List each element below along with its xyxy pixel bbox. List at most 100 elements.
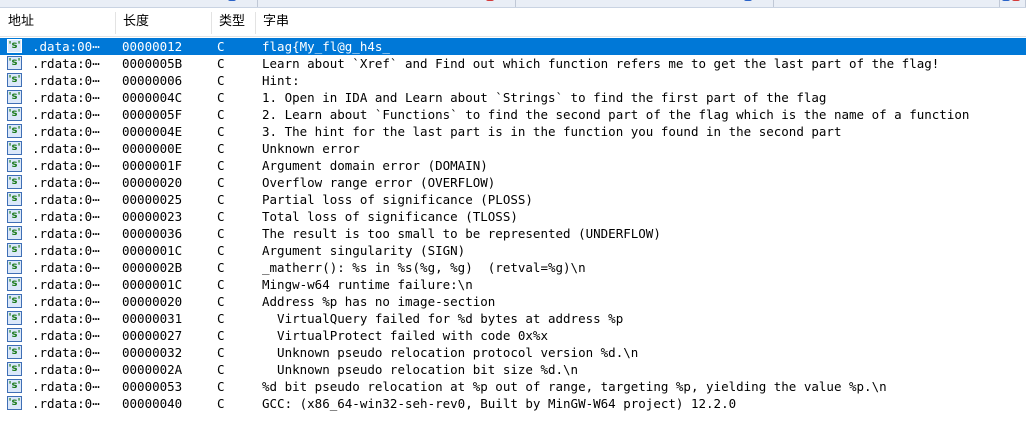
column-header-string[interactable]: 字串 [255, 8, 1026, 36]
table-row[interactable]: 's' .rdata:0⋯ 0000004C C 1. Open in IDA and … [0, 89, 1026, 106]
string-cell: 2. Learn about `Functions` to find the s… [262, 107, 970, 122]
string-cell: VirtualQuery failed for %d bytes at addr… [262, 311, 624, 326]
string-cell: GCC: (x86_64-win32-seh-rev0, Built by Mi… [262, 396, 737, 411]
column-header-length[interactable]: 长度 [115, 8, 211, 36]
string-cell: flag{My_fl@g_h4s_ [262, 39, 390, 54]
address-cell: .rdata:0⋯ [32, 209, 100, 224]
string-icon: 's' [7, 243, 22, 257]
string-icon: 's' [7, 56, 22, 70]
table-row[interactable]: 's' .rdata:0⋯ 0000005F C 2. Learn about `Fun… [0, 106, 1026, 123]
view-tab[interactable] [258, 0, 516, 7]
type-cell: C [217, 73, 225, 88]
string-icon: 's' [7, 209, 22, 223]
type-cell: C [217, 209, 225, 224]
table-row[interactable]: 's' .rdata:0⋯ 0000001C C Argument singularit… [0, 242, 1026, 259]
table-row[interactable]: 's' .rdata:0⋯ 00000031 C VirtualQuery faile… [0, 310, 1026, 327]
address-cell: .rdata:0⋯ [32, 328, 100, 343]
length-cell: 00000012 [122, 39, 183, 54]
table-row[interactable]: 's' .rdata:0⋯ 00000040 C GCC: (x86_64-win32-… [0, 395, 1026, 412]
table-row[interactable]: 's' .rdata:0⋯ 0000000E C Unknown error [0, 140, 1026, 157]
type-cell: C [217, 56, 225, 71]
table-row[interactable]: 's' .rdata:0⋯ 00000053 C %d bit pseudo reloc… [0, 378, 1026, 395]
type-cell: C [217, 107, 225, 122]
type-cell: C [217, 294, 225, 309]
table-row[interactable]: 's' .rdata:0⋯ 0000002A C Unknown pseudo rel… [0, 361, 1026, 378]
table-row[interactable]: 's' .rdata:0⋯ 00000020 C Overflow range erro… [0, 174, 1026, 191]
string-icon: 's' [7, 175, 22, 189]
table-row[interactable]: 's' .rdata:0⋯ 00000025 C Partial loss of sig… [0, 191, 1026, 208]
length-cell: 00000053 [122, 379, 183, 394]
string-icon: 's' [7, 379, 22, 393]
string-cell: Unknown pseudo relocation bit size %d.\n [262, 362, 579, 377]
length-cell: 0000005B [122, 56, 183, 71]
table-row[interactable]: 's' .data:00⋯ 00000012 Cflag{My_fl@g_h4s_ [0, 38, 1026, 55]
string-cell: Unknown pseudo relocation protocol versi… [262, 345, 639, 360]
string-cell: 1. Open in IDA and Learn about `Strings`… [262, 90, 827, 105]
address-cell: .rdata:0⋯ [32, 124, 100, 139]
string-icon: 's' [7, 158, 22, 172]
table-row[interactable]: 's' .rdata:0⋯ 00000036 C The result is too s… [0, 225, 1026, 242]
table-row[interactable]: 's' .rdata:0⋯ 00000027 C VirtualProtect fai… [0, 327, 1026, 344]
view-tab[interactable] [1000, 0, 1026, 7]
length-cell: 00000025 [122, 192, 183, 207]
string-icon: 's' [7, 90, 22, 104]
string-icon: 's' [7, 192, 22, 206]
string-cell: Partial loss of significance (PLOSS) [262, 192, 533, 207]
address-cell: .rdata:0⋯ [32, 226, 100, 241]
address-cell: .rdata:0⋯ [32, 90, 100, 105]
string-icon: 's' [7, 345, 22, 359]
string-icon: 's' [7, 328, 22, 342]
column-header-address[interactable]: 地址 [0, 8, 115, 36]
address-cell: .rdata:0⋯ [32, 243, 100, 258]
strings-table-header: 地址 长度 类型 字串 [0, 8, 1026, 37]
type-cell: C [217, 362, 225, 377]
length-cell: 00000031 [122, 311, 183, 326]
table-row[interactable]: 's' .rdata:0⋯ 0000004E C 3. The hint for the… [0, 123, 1026, 140]
type-cell: C [217, 158, 225, 173]
string-cell: Learn about `Xref` and Find out which fu… [262, 56, 940, 71]
table-row[interactable]: 's' .rdata:0⋯ 0000001C C Mingw-w64 runtime f… [0, 276, 1026, 293]
type-cell: C [217, 260, 225, 275]
type-cell: C [217, 311, 225, 326]
address-cell: .rdata:0⋯ [32, 107, 100, 122]
string-cell: Total loss of significance (TLOSS) [262, 209, 518, 224]
table-row[interactable]: 's' .rdata:0⋯ 00000006 C Hint: [0, 72, 1026, 89]
length-cell: 00000036 [122, 226, 183, 241]
string-icon: 's' [7, 107, 22, 121]
string-icon: 's' [7, 396, 22, 410]
view-tab[interactable] [774, 0, 1010, 7]
length-cell: 0000004C [122, 90, 183, 105]
address-cell: .rdata:0⋯ [32, 141, 100, 156]
type-cell: C [217, 328, 225, 343]
length-cell: 0000001F [122, 158, 183, 173]
type-cell: C [217, 39, 225, 54]
address-cell: .rdata:0⋯ [32, 56, 100, 71]
string-cell: Argument domain error (DOMAIN) [262, 158, 488, 173]
view-tab[interactable] [516, 0, 774, 7]
string-icon: 's' [7, 141, 22, 155]
tab-icon [744, 0, 752, 1]
length-cell: 00000032 [122, 345, 183, 360]
string-cell: Overflow range error (OVERFLOW) [262, 175, 496, 190]
address-cell: .rdata:0⋯ [32, 192, 100, 207]
tab-icon [486, 0, 494, 1]
table-row[interactable]: 's' .rdata:0⋯ 0000005B C Learn about `Xref` … [0, 55, 1026, 72]
table-row[interactable]: 's' .rdata:0⋯ 00000020 C Address %p has no i… [0, 293, 1026, 310]
length-cell: 0000004E [122, 124, 183, 139]
string-cell: Address %p has no image-section [262, 294, 496, 309]
table-row[interactable]: 's' .rdata:0⋯ 0000002B C _matherr(): %s in %… [0, 259, 1026, 276]
length-cell: 00000020 [122, 175, 183, 190]
address-cell: .rdata:0⋯ [32, 379, 100, 394]
string-cell: The result is too small to be represente… [262, 226, 661, 241]
table-row[interactable]: 's' .rdata:0⋯ 00000032 C Unknown pseudo rel… [0, 344, 1026, 361]
string-cell: VirtualProtect failed with code 0x%x [262, 328, 548, 343]
address-cell: .rdata:0⋯ [32, 396, 100, 411]
type-cell: C [217, 243, 225, 258]
table-row[interactable]: 's' .rdata:0⋯ 00000023 C Total loss of signi… [0, 208, 1026, 225]
table-row[interactable]: 's' .rdata:0⋯ 0000001F C Argument domain err… [0, 157, 1026, 174]
type-cell: C [217, 90, 225, 105]
view-tab[interactable] [0, 0, 258, 7]
string-icon: 's' [7, 311, 22, 325]
column-header-type[interactable]: 类型 [211, 8, 255, 36]
length-cell: 00000020 [122, 294, 183, 309]
